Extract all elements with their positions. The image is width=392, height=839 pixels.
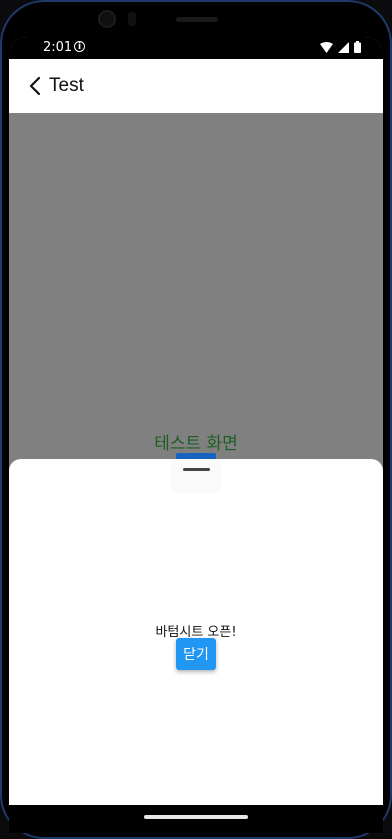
battery-icon (354, 41, 361, 53)
back-icon[interactable] (29, 76, 43, 96)
navigation-bar (9, 805, 383, 833)
front-camera (98, 10, 116, 28)
wifi-icon (320, 41, 333, 53)
status-time: 2:01 (43, 40, 73, 55)
cellular-signal-icon (338, 41, 349, 53)
device-frame: 2:01 i Test 테스트 화면 바텀시트 오픈! 닫기 (0, 0, 392, 839)
bottom-sheet: 바텀시트 오픈! 닫기 (9, 459, 383, 805)
close-button[interactable]: 닫기 (176, 638, 216, 670)
sheet-handle-area[interactable] (171, 459, 221, 493)
info-icon: i (74, 41, 85, 52)
page-title: Test (49, 75, 84, 96)
status-icons (320, 41, 361, 53)
app-bar: Test (9, 59, 383, 113)
device-bezel (0, 0, 392, 40)
earpiece-speaker (176, 17, 218, 22)
status-bar: 2:01 i (9, 37, 383, 59)
home-indicator[interactable] (144, 815, 248, 819)
screen: 2:01 i Test 테스트 화면 바텀시트 오픈! 닫기 (9, 37, 383, 805)
content-title: 테스트 화면 (154, 434, 238, 454)
drag-handle[interactable] (183, 468, 210, 471)
proximity-sensor (128, 12, 136, 26)
